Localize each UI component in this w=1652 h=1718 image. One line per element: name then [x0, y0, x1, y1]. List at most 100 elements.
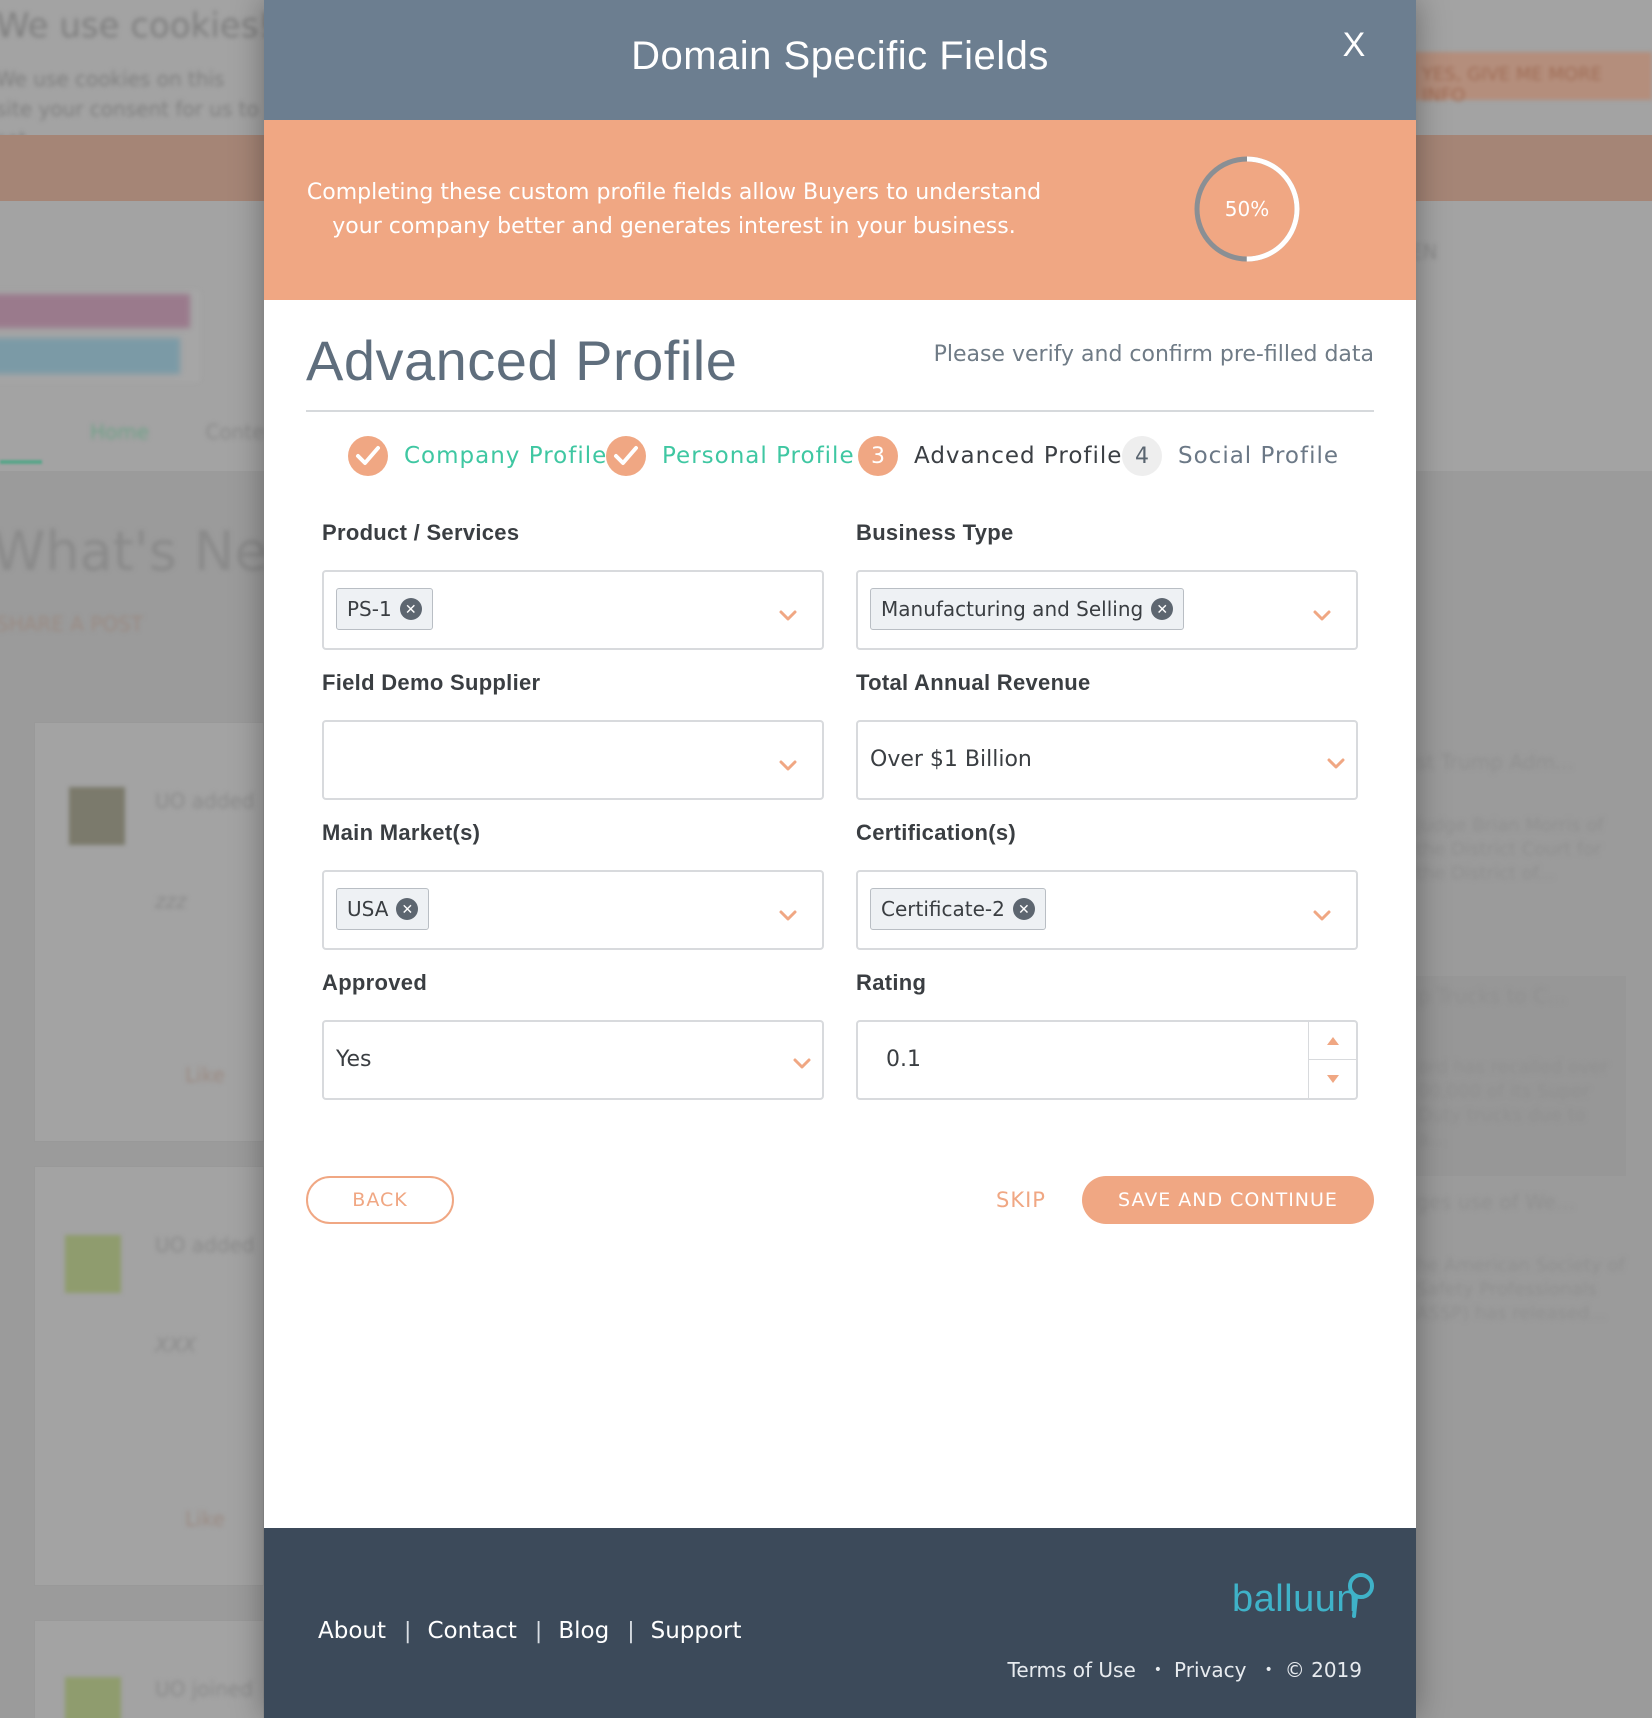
news-text: ord has recalled over 00,000 of its Supe…: [1418, 1057, 1609, 1150]
modal-title: Domain Specific Fields: [631, 34, 1049, 78]
nav-home: Home: [90, 420, 150, 444]
footer-dot: •: [1264, 1662, 1273, 1678]
footer-separator: |: [534, 1618, 543, 1644]
rating-spinner: [1308, 1022, 1357, 1098]
news-item: ges use of We... he American Society of …: [1416, 1190, 1626, 1326]
field-label: Main Market(s): [322, 820, 481, 845]
step-label: Social Profile: [1178, 443, 1340, 469]
footer-links: About | Contact | Blog | Support: [318, 1618, 742, 1644]
copyright: © 2019: [1284, 1658, 1362, 1682]
remove-chip-icon[interactable]: ✕: [399, 598, 422, 620]
spinner-down-button[interactable]: [1309, 1060, 1357, 1098]
news-text: he American Society of Safety Profession…: [1416, 1255, 1625, 1324]
field-label: Field Demo Supplier: [322, 670, 541, 695]
post-thumb: [69, 787, 125, 845]
news-text: Judge Brian Morris of the District Court…: [1416, 815, 1604, 884]
footer-dot: •: [1153, 1662, 1163, 1678]
remove-chip-icon[interactable]: ✕: [1012, 898, 1035, 920]
profile-stepper: Company Profile Personal Profile 3 Advan…: [306, 428, 1374, 484]
step-label: Personal Profile: [662, 443, 855, 469]
selected-chip: Certificate-2 ✕: [870, 888, 1046, 930]
rating-value: 0.1: [886, 1047, 921, 1072]
section-title: Advanced Profile: [306, 329, 738, 392]
step-label: Company Profile: [404, 443, 608, 469]
section-divider: [306, 410, 1374, 412]
chevron-down-icon: [1313, 910, 1331, 921]
spinner-up-button[interactable]: [1309, 1022, 1357, 1060]
toyfair-logo-top: [0, 294, 190, 328]
cookie-title: We use cookies!: [0, 6, 273, 46]
post-user: UO added: [155, 789, 255, 813]
skip-button[interactable]: SKIP: [996, 1176, 1046, 1224]
like-link: Like: [185, 1063, 225, 1087]
step-personal-profile[interactable]: Personal Profile: [606, 428, 855, 484]
toyfair-logo-bottom: [0, 338, 180, 374]
step-company-profile[interactable]: Company Profile: [348, 428, 607, 484]
news-card: p Trucks to C... ord has recalled over 0…: [1416, 976, 1626, 1176]
chevron-down-icon: [779, 610, 797, 621]
terms-link[interactable]: Terms of Use: [1008, 1658, 1136, 1682]
post-user: UO added: [155, 1233, 255, 1257]
approved-select[interactable]: Yes: [322, 1020, 824, 1100]
chip-label: Manufacturing and Selling: [881, 597, 1144, 621]
selected-chip: PS-1 ✕: [336, 588, 433, 630]
save-and-continue-button[interactable]: SAVE AND CONTINUE: [1082, 1176, 1374, 1224]
step-advanced-profile[interactable]: 3 Advanced Profile: [858, 428, 1122, 484]
business-type-select[interactable]: Manufacturing and Selling ✕: [856, 570, 1358, 650]
post-text: XXX: [155, 1333, 197, 1357]
like-link: Like: [185, 1507, 225, 1531]
balloon-icon: [1348, 1573, 1374, 1618]
domain-fields-modal: Domain Specific Fields X Completing thes…: [264, 0, 1416, 1718]
remove-chip-icon[interactable]: ✕: [1151, 598, 1174, 620]
completion-banner: Completing these custom profile fields a…: [264, 120, 1416, 300]
feed-card: UO added XXX Like: [34, 1166, 264, 1586]
field-label: Certification(s): [856, 820, 1017, 845]
spinner-down-icon: [1327, 1075, 1339, 1083]
feed-card: UO added zzz Like: [34, 722, 264, 1142]
check-icon: [348, 436, 388, 476]
footer-separator: |: [404, 1618, 412, 1644]
section-hint: Please verify and confirm pre-filled dat…: [933, 342, 1374, 367]
back-button[interactable]: BACK: [306, 1176, 454, 1224]
field-demo-supplier-select[interactable]: [322, 720, 824, 800]
field-label: Total Annual Revenue: [856, 670, 1091, 695]
close-icon: X: [1342, 26, 1366, 64]
news-title: st Trump Adm...: [1416, 750, 1574, 774]
certifications-select[interactable]: Certificate-2 ✕: [856, 870, 1358, 950]
remove-chip-icon[interactable]: ✕: [396, 898, 419, 920]
cookie-button: YES, GIVE ME MORE INFO: [1402, 52, 1652, 106]
step-label: Advanced Profile: [914, 443, 1123, 469]
footer-link-contact[interactable]: Contact: [427, 1618, 516, 1644]
product-services-select[interactable]: PS-1 ✕: [322, 570, 824, 650]
field-label: Rating: [856, 970, 927, 995]
footer-link-about[interactable]: About: [318, 1618, 386, 1644]
select-value: Yes: [336, 1047, 372, 1072]
step-number: 3: [858, 436, 898, 476]
footer-link-support[interactable]: Support: [651, 1618, 742, 1644]
step-number: 4: [1122, 436, 1162, 476]
chip-label: PS-1: [347, 597, 392, 621]
privacy-link[interactable]: Privacy: [1174, 1658, 1246, 1682]
field-label: Approved: [322, 970, 428, 995]
total-annual-revenue-select[interactable]: Over $1 Billion: [856, 720, 1358, 800]
post-user: UO joined: [155, 1677, 253, 1701]
main-markets-select[interactable]: USA ✕: [322, 870, 824, 950]
chevron-down-icon: [779, 910, 797, 921]
rating-input[interactable]: 0.1: [856, 1020, 1358, 1100]
chevron-down-icon: [1313, 610, 1331, 621]
news-title: p Trucks to C...: [1418, 984, 1567, 1008]
chevron-down-icon: [779, 760, 797, 771]
post-thumb: [65, 1235, 121, 1293]
chevron-down-icon: [1327, 758, 1345, 769]
post-text: zzz: [155, 889, 187, 913]
footer-legal: Terms of Use • Privacy • © 2019: [1008, 1658, 1362, 1682]
nav-active-line: [0, 460, 42, 464]
footer-link-blog[interactable]: Blog: [558, 1618, 609, 1644]
close-button[interactable]: X: [1334, 22, 1374, 68]
chevron-down-icon: [793, 1058, 811, 1069]
field-label: Product / Services: [322, 520, 520, 545]
chip-label: Certificate-2: [881, 897, 1005, 921]
modal-header: Domain Specific Fields X: [264, 0, 1416, 120]
banner-text: Completing these custom profile fields a…: [306, 180, 1042, 239]
step-social-profile[interactable]: 4 Social Profile: [1122, 428, 1339, 484]
